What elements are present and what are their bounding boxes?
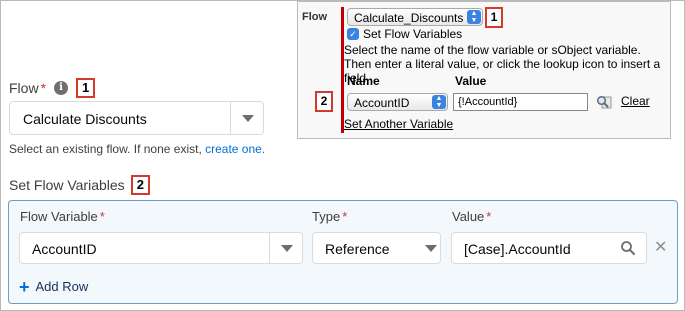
screenshot-frame: Flow * i 1 Calculate Discounts Select an… [0, 0, 685, 311]
checkbox-checked-icon[interactable]: ✓ [347, 28, 359, 40]
classic-set-variables-checkbox-row[interactable]: ✓ Set Flow Variables [347, 27, 462, 41]
create-flow-link[interactable]: create one. [205, 142, 265, 156]
classic-name-header: Name [347, 74, 380, 88]
classic-flow-label: Flow [302, 11, 328, 23]
plus-icon: + [19, 276, 30, 297]
add-row-button[interactable]: + Add Row [19, 276, 89, 297]
classic-flow-value: Calculate_Discounts [354, 11, 464, 25]
classic-callout-1: 1 [485, 7, 503, 28]
column-label: Value [452, 209, 485, 224]
classic-flow-panel: Flow Calculate_Discounts ▲ ▼ 1 ✓ Set Flow… [297, 1, 671, 139]
search-icon[interactable] [620, 240, 636, 256]
set-flow-variables-label: Set Flow Variables [9, 177, 125, 193]
set-another-variable-link[interactable]: Set Another Variable [344, 117, 453, 131]
flow-field-label: Flow [9, 80, 39, 96]
classic-checkbox-label: Set Flow Variables [363, 27, 463, 41]
value-input[interactable]: [Case].AccountId [451, 232, 647, 264]
flow-variable-select[interactable]: AccountID [19, 232, 303, 264]
column-label: Flow Variable [20, 209, 98, 224]
chevron-down-icon[interactable] [281, 245, 293, 252]
classic-name-select[interactable]: AccountID ▲ ▼ [347, 93, 448, 111]
required-marker: * [342, 209, 348, 224]
column-header-flow-variable: Flow Variable * [20, 209, 105, 224]
column-label: Type [312, 209, 341, 224]
stepper-icon: ▲ ▼ [432, 95, 446, 109]
lookup-icon[interactable] [596, 95, 612, 109]
flow-help-prefix: Select an existing flow. If none exist, [9, 142, 202, 156]
flow-variables-panel: Flow Variable * Type * Value * AccountID Re… [8, 200, 678, 304]
divider [230, 102, 231, 134]
close-icon[interactable]: ✕ [654, 237, 667, 257]
column-header-value: Value * [452, 209, 491, 224]
type-select[interactable]: Reference [312, 232, 441, 264]
classic-value-text: {!AccountId} [458, 96, 518, 108]
callout-2: 2 [130, 175, 150, 195]
classic-description: Select the name of the flow variable or … [344, 43, 661, 85]
divider [269, 233, 270, 263]
set-flow-variables-heading: Set Flow Variables 2 [9, 175, 150, 195]
flow-variable-value: AccountID [32, 241, 97, 257]
chevron-down-icon[interactable] [242, 115, 254, 122]
flow-help-text: Select an existing flow. If none exist, … [9, 142, 265, 156]
required-marker: * [99, 209, 105, 224]
add-row-label: Add Row [35, 279, 89, 294]
stepper-icon: ▲ ▼ [467, 10, 481, 24]
column-header-type: Type * [312, 209, 347, 224]
chevron-down-icon[interactable] [425, 245, 437, 252]
required-marker: * [40, 80, 47, 96]
classic-name-value: AccountID [354, 96, 410, 110]
value-input-text: [Case].AccountId [464, 241, 571, 257]
classic-callout-2: 2 [315, 91, 333, 112]
clear-link[interactable]: Clear [621, 94, 650, 108]
info-icon[interactable]: i [54, 81, 69, 95]
classic-value-header: Value [455, 74, 487, 88]
flow-field-label-row: Flow * i 1 [9, 78, 96, 98]
classic-flow-select[interactable]: Calculate_Discounts ▲ ▼ [347, 8, 483, 26]
callout-1: 1 [76, 78, 96, 98]
flow-select-value: Calculate Discounts [23, 111, 147, 127]
type-value: Reference [325, 241, 390, 257]
flow-select[interactable]: Calculate Discounts [9, 101, 264, 135]
required-marker: * [486, 209, 492, 224]
classic-value-input[interactable]: {!AccountId} [453, 93, 588, 111]
